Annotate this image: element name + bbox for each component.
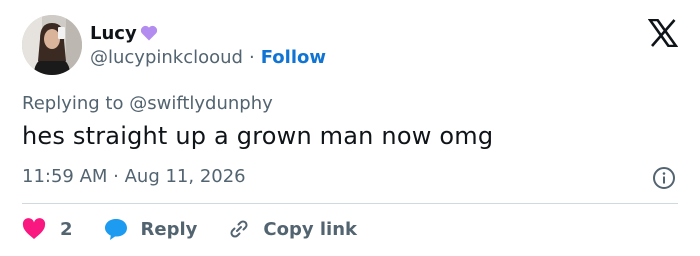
author-handle-row: @lucypinkclooud · Follow bbox=[90, 47, 326, 68]
tweet-timestamp[interactable]: 11:59 AM · Aug 11, 2026 bbox=[22, 166, 246, 187]
purple-heart-icon bbox=[139, 23, 159, 43]
author-display-name[interactable]: Lucy bbox=[90, 23, 137, 44]
like-count: 2 bbox=[60, 218, 73, 240]
info-icon[interactable] bbox=[652, 166, 676, 190]
separator-dot: · bbox=[248, 47, 255, 68]
avatar-image bbox=[22, 15, 82, 75]
author-name-row: Lucy bbox=[90, 20, 159, 46]
link-icon bbox=[227, 217, 251, 241]
speech-bubble-icon bbox=[103, 217, 129, 241]
tweet-text: hes straight up a grown man now omg bbox=[22, 122, 494, 150]
reply-context-prefix: Replying to bbox=[22, 93, 124, 114]
follow-button[interactable]: Follow bbox=[261, 47, 326, 68]
reply-context-mention[interactable]: @swiftlydunphy bbox=[129, 93, 273, 114]
x-logo-icon[interactable] bbox=[647, 18, 679, 48]
avatar[interactable] bbox=[22, 15, 82, 75]
reply-context: Replying to @swiftlydunphy bbox=[22, 93, 273, 114]
copy-link-label: Copy link bbox=[263, 218, 357, 240]
action-bar: 2 Reply Copy link bbox=[22, 214, 357, 244]
like-button[interactable]: 2 bbox=[22, 218, 73, 240]
copy-link-button[interactable]: Copy link bbox=[227, 217, 357, 241]
heart-icon bbox=[22, 218, 46, 240]
reply-button[interactable]: Reply bbox=[103, 217, 198, 241]
divider bbox=[22, 203, 678, 204]
author-handle[interactable]: @lucypinkclooud bbox=[90, 47, 243, 68]
reply-label: Reply bbox=[140, 218, 198, 240]
